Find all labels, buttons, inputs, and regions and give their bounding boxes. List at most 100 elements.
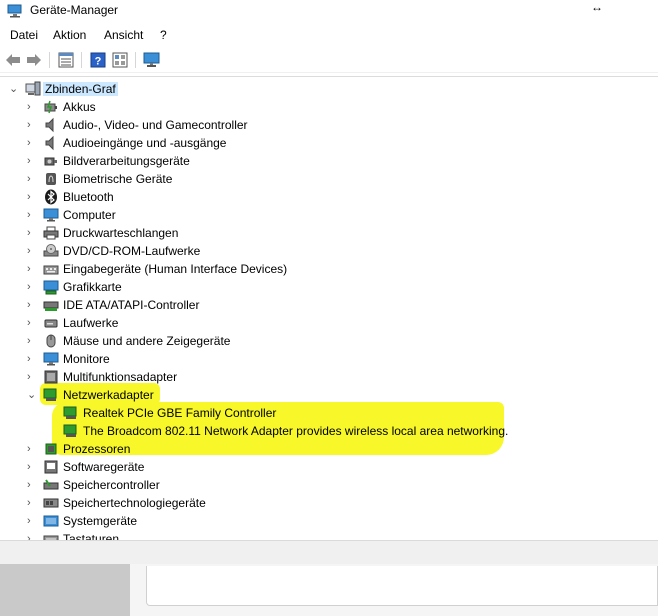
category-label: Akkus bbox=[63, 100, 96, 114]
hid-icon bbox=[43, 265, 59, 275]
scan-hardware-button[interactable] bbox=[143, 51, 161, 69]
toolbar: ? bbox=[0, 47, 658, 73]
title-bar: Geräte-Manager ↔ bbox=[0, 0, 658, 24]
expand-chevron-icon[interactable]: › bbox=[27, 334, 37, 348]
device-tree: ⌄ Zbinden-Graf › Akkus › Audio-, Video- … bbox=[0, 76, 658, 540]
tree-category[interactable]: › Prozessoren bbox=[0, 440, 658, 458]
tree-category[interactable]: › Audio-, Video- und Gamecontroller bbox=[0, 116, 658, 134]
monitor-icon bbox=[43, 352, 59, 366]
device-label: Realtek PCIe GBE Family Controller bbox=[83, 406, 277, 420]
tree-category[interactable]: › Grafikkarte bbox=[0, 278, 658, 296]
expand-chevron-icon[interactable]: › bbox=[27, 262, 37, 276]
fingerprint-icon bbox=[46, 173, 56, 185]
menu-aktion[interactable]: Aktion bbox=[53, 28, 86, 42]
expand-chevron-icon[interactable]: › bbox=[27, 244, 37, 258]
storage-controller-icon bbox=[43, 479, 59, 490]
dvd-drive-icon bbox=[43, 244, 59, 257]
forward-button[interactable] bbox=[25, 51, 43, 69]
menu-datei[interactable]: Datei bbox=[10, 28, 38, 42]
menu-help[interactable]: ? bbox=[160, 28, 167, 42]
category-label: IDE ATA/ATAPI-Controller bbox=[63, 298, 200, 312]
back-button[interactable] bbox=[4, 51, 22, 69]
expand-chevron-icon[interactable]: › bbox=[27, 442, 37, 456]
tree-category[interactable]: › Biometrische Geräte bbox=[0, 170, 658, 188]
tree-category-expanded[interactable]: ⌄ Netzwerkadapter bbox=[0, 386, 658, 404]
multifunction-icon bbox=[44, 370, 58, 384]
network-adapter-icon bbox=[63, 406, 77, 419]
monitor-icon bbox=[43, 208, 59, 222]
tree-category[interactable]: › Speichertechnologiegeräte bbox=[0, 494, 658, 512]
tree-category[interactable]: › Speichercontroller bbox=[0, 476, 658, 494]
tree-category[interactable]: › Monitore bbox=[0, 350, 658, 368]
category-label: Laufwerke bbox=[63, 316, 119, 330]
expand-chevron-icon[interactable]: › bbox=[27, 280, 37, 294]
expand-chevron-icon[interactable]: › bbox=[27, 226, 37, 240]
details-button[interactable] bbox=[111, 51, 129, 69]
disk-drive-icon bbox=[44, 319, 58, 328]
expand-chevron-icon[interactable]: › bbox=[27, 172, 37, 186]
expand-chevron-icon[interactable]: › bbox=[27, 460, 37, 474]
category-label: Softwaregeräte bbox=[63, 460, 145, 474]
category-label: Speichercontroller bbox=[63, 478, 160, 492]
resize-cursor-icon: ↔ bbox=[591, 0, 603, 14]
tree-category[interactable]: › DVD/CD-ROM-Laufwerke bbox=[0, 242, 658, 260]
menu-ansicht[interactable]: Ansicht bbox=[104, 28, 143, 42]
category-label: Multifunktionsadapter bbox=[63, 370, 178, 384]
expand-chevron-icon[interactable]: › bbox=[27, 514, 37, 528]
help-icon: ? bbox=[90, 52, 106, 68]
memory-tech-icon bbox=[43, 498, 59, 508]
camera-icon bbox=[44, 157, 57, 166]
keyboard-icon bbox=[43, 535, 59, 540]
device-item[interactable]: The Broadcom 802.11 Network Adapter prov… bbox=[0, 422, 658, 440]
tree-category[interactable]: › Systemgeräte bbox=[0, 512, 658, 530]
tree-category[interactable]: › Laufwerke bbox=[0, 314, 658, 332]
tree-root-label: Zbinden-Graf bbox=[43, 82, 118, 96]
expand-chevron-icon[interactable]: › bbox=[27, 478, 37, 492]
category-label: Bluetooth bbox=[63, 190, 114, 204]
tree-category[interactable]: › Bildverarbeitungsgeräte bbox=[0, 152, 658, 170]
tree-root[interactable]: ⌄ Zbinden-Graf bbox=[0, 80, 658, 98]
background-area bbox=[0, 564, 130, 616]
tree-category[interactable]: › IDE ATA/ATAPI-Controller bbox=[0, 296, 658, 314]
monitor-scan-icon bbox=[143, 52, 160, 67]
forward-arrow-icon bbox=[27, 54, 41, 66]
tree-category[interactable]: › Tastaturen bbox=[0, 530, 658, 540]
expand-chevron-icon[interactable]: › bbox=[27, 370, 37, 384]
expand-chevron-icon[interactable]: › bbox=[27, 100, 37, 114]
tree-category[interactable]: › Eingabegeräte (Human Interface Devices… bbox=[0, 260, 658, 278]
properties-view-button[interactable] bbox=[57, 51, 75, 69]
expand-chevron-icon[interactable]: › bbox=[27, 352, 37, 366]
expand-chevron-icon[interactable]: › bbox=[27, 532, 37, 540]
ide-controller-icon bbox=[43, 301, 59, 311]
collapse-chevron-icon[interactable]: ⌄ bbox=[27, 388, 37, 402]
expand-chevron-icon[interactable]: › bbox=[27, 316, 37, 330]
tree-category[interactable]: › Softwaregeräte bbox=[0, 458, 658, 476]
window-title: Geräte-Manager bbox=[30, 3, 119, 17]
toolbar-separator bbox=[81, 52, 82, 68]
expand-chevron-icon[interactable]: › bbox=[27, 208, 37, 222]
tree-category[interactable]: › Audioeingänge und -ausgänge bbox=[0, 134, 658, 152]
category-label: Eingabegeräte (Human Interface Devices) bbox=[63, 262, 288, 276]
collapse-chevron-icon[interactable]: ⌄ bbox=[9, 82, 19, 96]
help-button[interactable]: ? bbox=[89, 51, 107, 69]
expand-chevron-icon[interactable]: › bbox=[27, 118, 37, 132]
device-item[interactable]: Realtek PCIe GBE Family Controller bbox=[0, 404, 658, 422]
toolbar-separator bbox=[49, 52, 50, 68]
expand-chevron-icon[interactable]: › bbox=[27, 496, 37, 510]
expand-chevron-icon[interactable]: › bbox=[27, 190, 37, 204]
tree-category[interactable]: › Bluetooth bbox=[0, 188, 658, 206]
processor-icon bbox=[45, 443, 57, 455]
svg-text:?: ? bbox=[95, 56, 102, 68]
category-label: Mäuse und andere Zeigegeräte bbox=[63, 334, 231, 348]
battery-icon bbox=[44, 100, 57, 114]
toolbar-separator bbox=[135, 52, 136, 68]
tree-category[interactable]: › Akkus bbox=[0, 98, 658, 116]
expand-chevron-icon[interactable]: › bbox=[27, 154, 37, 168]
tree-category[interactable]: › Mäuse und andere Zeigegeräte bbox=[0, 332, 658, 350]
tree-category[interactable]: › Druckwarteschlangen bbox=[0, 224, 658, 242]
system-device-icon bbox=[43, 515, 59, 527]
expand-chevron-icon[interactable]: › bbox=[27, 136, 37, 150]
tree-category[interactable]: › Computer bbox=[0, 206, 658, 224]
tree-category[interactable]: › Multifunktionsadapter bbox=[0, 368, 658, 386]
expand-chevron-icon[interactable]: › bbox=[27, 298, 37, 312]
